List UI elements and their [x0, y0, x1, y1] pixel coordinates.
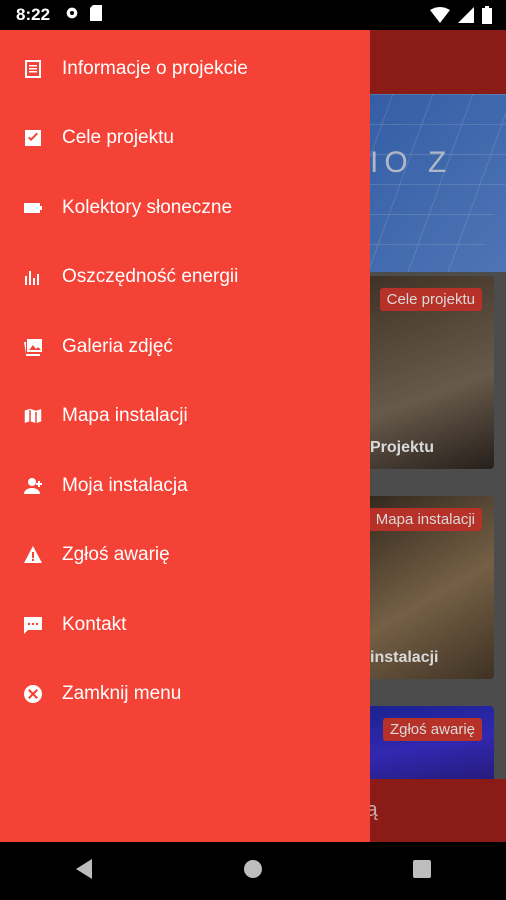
- recents-square-icon: [412, 859, 431, 883]
- menu-item-galeria[interactable]: Galeria zdjęć: [0, 317, 370, 377]
- system-nav-bar: [0, 842, 506, 900]
- home-button[interactable]: [223, 851, 283, 891]
- map-icon: [22, 405, 44, 427]
- warning-icon: [22, 544, 44, 566]
- document-icon: [22, 58, 44, 80]
- menu-item-label: Mapa instalacji: [62, 405, 188, 426]
- checkbox-icon: [22, 127, 44, 149]
- status-bar: 8:22: [0, 0, 506, 30]
- settings-icon: [64, 5, 80, 26]
- gallery-icon: [22, 336, 44, 358]
- menu-item-label: Moja instalacja: [62, 475, 188, 496]
- menu-item-label: Cele projektu: [62, 127, 174, 148]
- navigation-drawer: Informacje o projekcie Cele projektu Kol…: [0, 30, 370, 842]
- add-person-icon: [22, 475, 44, 497]
- home-circle-icon: [243, 859, 263, 884]
- signal-icon: [458, 7, 474, 28]
- back-triangle-icon: [74, 858, 94, 885]
- bar-chart-icon: [22, 266, 44, 288]
- menu-item-label: Informacje o projekcie: [62, 58, 248, 79]
- back-button[interactable]: [54, 851, 114, 891]
- menu-item-zamknij[interactable]: Zamknij menu: [0, 664, 370, 724]
- menu-item-label: Kolektory słoneczne: [62, 197, 233, 218]
- menu-item-informacje[interactable]: Informacje o projekcie: [0, 39, 370, 99]
- battery-icon: [22, 197, 44, 219]
- status-time: 8:22: [16, 5, 51, 24]
- sd-card-icon: [90, 4, 103, 26]
- chat-icon: [22, 614, 44, 636]
- menu-item-cele[interactable]: Cele projektu: [0, 108, 370, 168]
- menu-item-kolektory[interactable]: Kolektory słoneczne: [0, 178, 370, 238]
- menu-item-label: Galeria zdjęć: [62, 336, 173, 357]
- battery-status-icon: [482, 6, 492, 29]
- menu-item-label: Zgłoś awarię: [62, 544, 170, 565]
- recents-button[interactable]: [392, 851, 452, 891]
- wifi-icon: [430, 7, 450, 28]
- menu-item-label: Kontakt: [62, 614, 127, 635]
- menu-item-moja-instalacja[interactable]: Moja instalacja: [0, 456, 370, 516]
- close-circle-icon: [22, 683, 44, 705]
- menu-item-mapa[interactable]: Mapa instalacji: [0, 386, 370, 446]
- menu-item-kontakt[interactable]: Kontakt: [0, 595, 370, 655]
- menu-item-oszczednosc[interactable]: Oszczędność energii: [0, 247, 370, 307]
- menu-item-zglos-awarie[interactable]: Zgłoś awarię: [0, 525, 370, 585]
- menu-item-label: Oszczędność energii: [62, 266, 239, 287]
- menu-item-label: Zamknij menu: [62, 683, 182, 704]
